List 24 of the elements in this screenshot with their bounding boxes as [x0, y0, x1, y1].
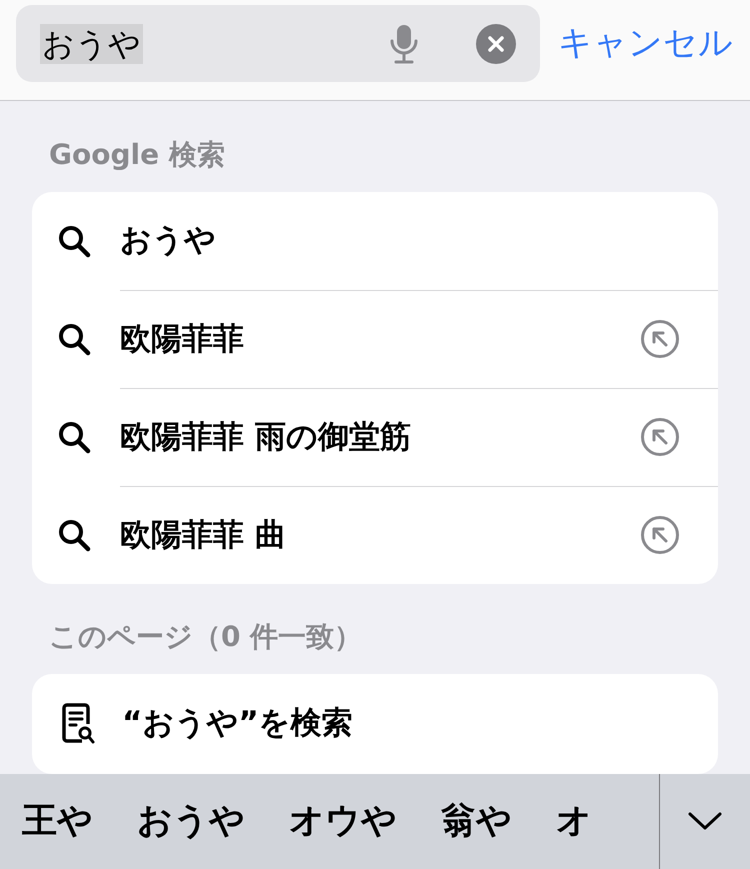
candidate-word[interactable]: 翁や: [441, 795, 512, 848]
suggestion-text: 欧陽菲菲: [120, 320, 245, 359]
find-on-page-text: “おうや”を検索: [122, 704, 353, 744]
candidate-word[interactable]: おうや: [137, 795, 245, 848]
clear-icon[interactable]: [476, 24, 516, 64]
chevron-down-icon[interactable]: [688, 811, 722, 832]
search-text: おうや: [40, 24, 143, 64]
candidate-word[interactable]: オウや: [289, 795, 397, 848]
document-search-icon: [60, 702, 96, 746]
suggestion-row[interactable]: 欧陽菲菲 曲: [32, 486, 718, 584]
search-field[interactable]: おうや: [16, 5, 540, 82]
suggestion-text: 欧陽菲菲 雨の御堂筋: [120, 418, 412, 457]
suggestion-text: 欧陽菲菲 曲: [120, 516, 287, 555]
section-header: このページ（0 件一致）: [49, 618, 364, 655]
section-header: Google 検索: [49, 136, 226, 173]
microphone-icon[interactable]: [388, 22, 420, 64]
suggestion-row[interactable]: 欧陽菲菲 雨の御堂筋: [32, 388, 718, 486]
cancel-button[interactable]: キャンセル: [558, 5, 733, 82]
candidate-word[interactable]: 王や: [22, 795, 93, 848]
find-on-page-row[interactable]: “おうや”を検索: [32, 674, 718, 774]
suggestion-row[interactable]: 欧陽菲菲: [32, 290, 718, 388]
candidate-word[interactable]: オ: [556, 795, 592, 848]
suggestion-text: おうや: [120, 221, 217, 260]
suggestion-row[interactable]: おうや: [32, 192, 718, 290]
